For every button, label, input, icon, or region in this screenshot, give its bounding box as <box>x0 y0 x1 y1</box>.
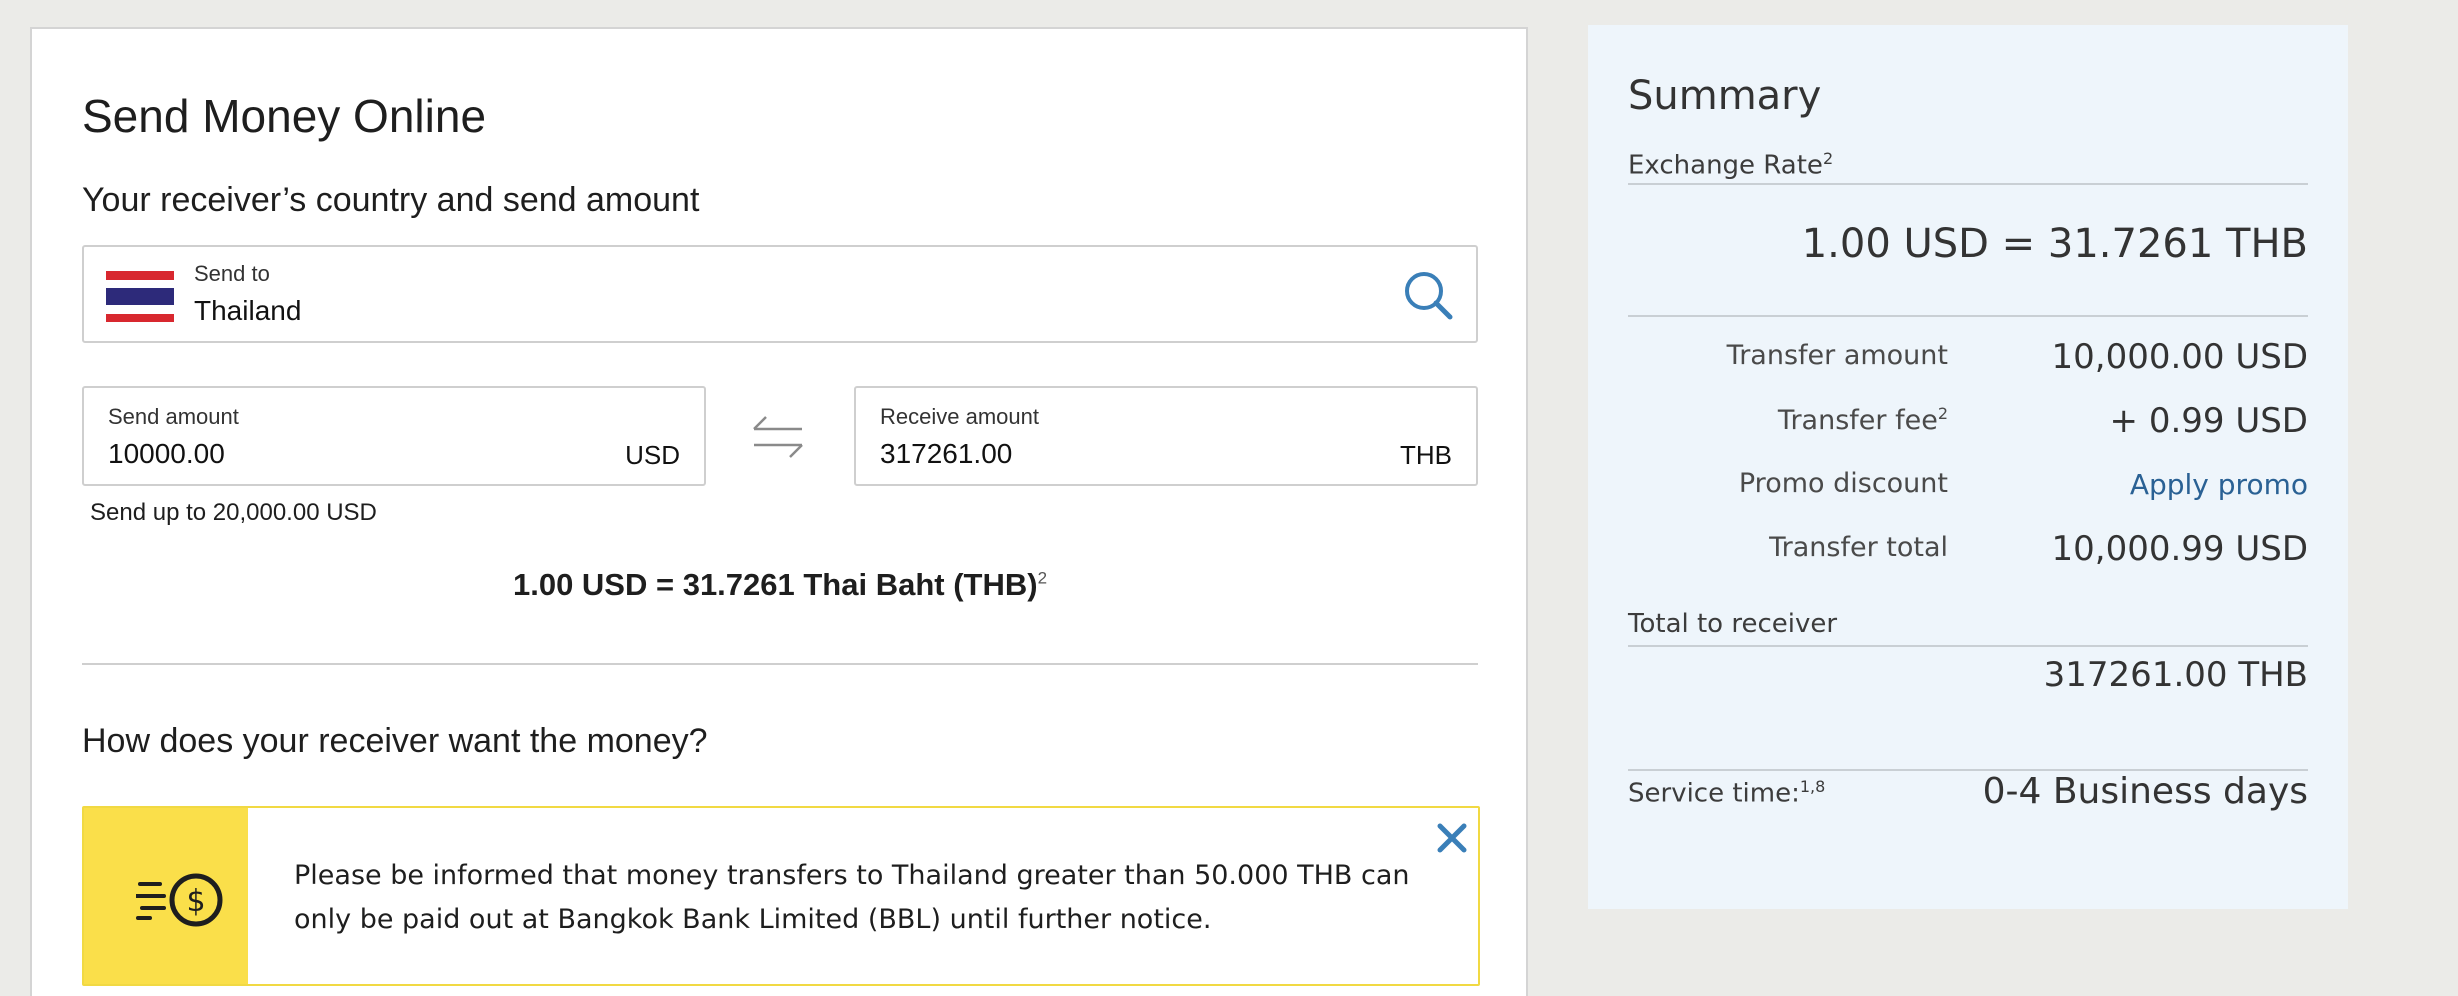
receive-amount-value[interactable]: 317261.00 <box>880 438 1012 470</box>
apply-promo-link[interactable]: Apply promo <box>2130 468 2308 501</box>
transfer-amount-value: 10,000.00 USD <box>2051 337 2309 377</box>
send-amount-value[interactable]: 10000.00 <box>108 438 225 470</box>
total-to-receiver-label: Total to receiver <box>1628 609 1838 639</box>
notice-icon-panel: $ <box>84 808 248 984</box>
payout-section-title: How does your receiver want the money? <box>82 722 708 760</box>
exchange-rate-text: 1.00 USD = 31.7261 Thai Baht (THB) <box>512 567 1038 602</box>
exchange-rate-line: 1.00 USD = 31.7261 Thai Baht (THB)2 <box>82 567 1478 603</box>
send-money-form-card: Send Money Online Your receiver’s countr… <box>30 27 1528 996</box>
transfer-fee-label: Transfer fee2 <box>1777 404 1948 436</box>
svg-text:$: $ <box>186 884 205 919</box>
summary-divider <box>1628 315 2308 317</box>
notice-banner: $ Please be informed that money transfer… <box>82 806 1480 986</box>
service-time-label-text: Service time: <box>1628 778 1800 809</box>
exchange-rate-label-footnote: 2 <box>1822 149 1834 168</box>
transfer-amount-label: Transfer amount <box>1726 340 1948 371</box>
page-title: Send Money Online <box>82 90 487 142</box>
search-icon[interactable] <box>1402 269 1454 321</box>
summary-divider <box>1628 183 2308 185</box>
send-limit-text: Send up to 20,000.00 USD <box>90 499 377 526</box>
service-time-label: Service time:1,8 <box>1628 777 1825 809</box>
receive-currency: THB <box>1400 440 1452 470</box>
promo-discount-label: Promo discount <box>1738 468 1948 499</box>
transfer-total-value: 10,000.99 USD <box>2051 529 2309 569</box>
send-to-label: Send to <box>194 261 270 286</box>
service-time-value: 0-4 Business days <box>1982 771 2308 812</box>
send-amount-field[interactable]: Send amount 10000.00 USD <box>82 386 706 486</box>
exchange-rate-label-text: Exchange Rate <box>1628 150 1823 181</box>
service-time-footnote: 1,8 <box>1799 777 1826 796</box>
transfer-total-label: Transfer total <box>1769 532 1948 563</box>
divider <box>82 663 1478 665</box>
send-to-country-field[interactable]: Send to Thailand <box>82 245 1478 343</box>
send-amount-label: Send amount <box>108 404 239 429</box>
summary-title: Summary <box>1628 73 1822 119</box>
summary-panel: Summary Exchange Rate2 1.00 USD = 31.726… <box>1588 25 2348 909</box>
swap-arrows-icon[interactable] <box>750 413 806 461</box>
fast-money-icon: $ <box>136 873 223 927</box>
send-currency: USD <box>625 440 680 470</box>
transfer-fee-value: + 0.99 USD <box>2109 401 2308 441</box>
country-section-title: Your receiver’s country and send amount <box>82 181 700 219</box>
summary-exchange-rate-value: 1.00 USD = 31.7261 THB <box>1801 221 2308 267</box>
notice-text: Please be informed that money transfers … <box>294 860 1410 935</box>
exchange-rate-label: Exchange Rate2 <box>1628 149 1833 181</box>
summary-divider <box>1628 645 2308 647</box>
exchange-rate-footnote: 2 <box>1037 568 1048 588</box>
receive-amount-label: Receive amount <box>880 404 1039 429</box>
total-to-receiver-value: 317261.00 THB <box>2043 655 2308 695</box>
thailand-flag-icon <box>106 271 174 322</box>
send-to-value: Thailand <box>194 295 302 326</box>
close-icon[interactable] <box>1434 820 1470 856</box>
receive-amount-field[interactable]: Receive amount 317261.00 THB <box>854 386 1478 486</box>
